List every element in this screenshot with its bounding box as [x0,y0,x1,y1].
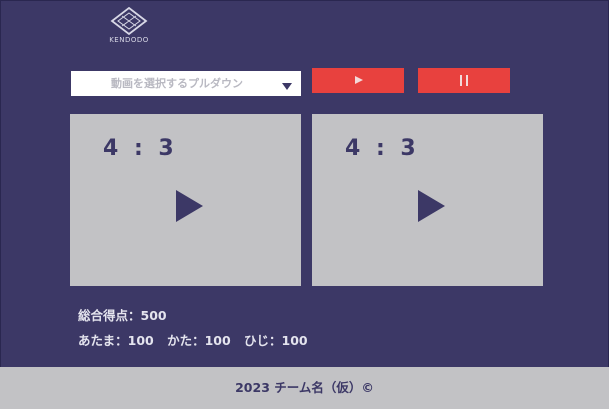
video-player-left[interactable]: 4 : 3 [70,114,301,286]
kendodo-logo-icon [110,7,148,35]
play-icon [355,76,363,84]
play-icon[interactable] [418,190,445,222]
dropdown-arrow-icon [282,83,292,90]
score-head: あたま：100 [78,333,154,348]
play-button[interactable] [312,68,404,93]
footer-copyright: 2023 チーム名（仮）© [235,380,374,395]
video-player-right[interactable]: 4 : 3 [312,114,543,286]
logo-text: KENDODO [109,36,149,44]
pause-button[interactable] [418,68,510,93]
aspect-ratio-label: 4 : 3 [345,136,420,161]
footer: 2023 チーム名（仮）© [0,367,609,409]
score-elbow: ひじ：100 [244,333,308,348]
logo[interactable]: KENDODO [108,7,150,44]
aspect-ratio-label: 4 : 3 [103,136,178,161]
total-score: 総合得点：500 [78,308,167,323]
video-select-placeholder: 動画を選択するプルダウン [111,77,243,90]
score-shoulder: かた：100 [167,333,231,348]
play-icon[interactable] [176,190,203,222]
score-breakdown: あたま：100 かた：100 ひじ：100 [78,330,317,349]
video-select-dropdown[interactable]: 動画を選択するプルダウン [71,71,301,96]
